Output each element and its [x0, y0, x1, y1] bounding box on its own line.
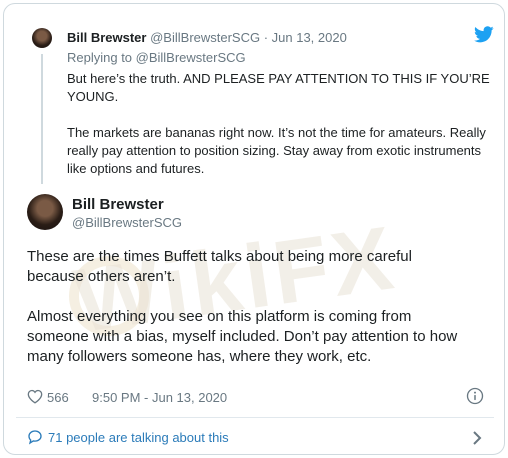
parent-tweet-header: Bill Brewster @BillBrewsterSCG · Jun 13,…	[67, 30, 347, 45]
timestamp[interactable]: 9:50 PM - Jun 13, 2020	[92, 390, 227, 405]
tweet-paragraph: These are the times Buffett talks about …	[27, 248, 412, 285]
author-handle-date[interactable]: @BillBrewsterSCG · Jun 13, 2020	[150, 30, 347, 45]
tweet-paragraph: Almost everything you see on this platfo…	[27, 308, 458, 365]
heart-icon[interactable]	[27, 389, 43, 404]
tweet-paragraph: The markets are bananas right now. It’s …	[67, 125, 486, 176]
avatar[interactable]	[32, 28, 52, 48]
replying-to[interactable]: Replying to @BillBrewsterSCG	[67, 50, 246, 65]
tweet-embed-card: Bill Brewster @BillBrewsterSCG · Jun 13,…	[3, 3, 505, 455]
thread-line	[41, 54, 43, 184]
parent-tweet-text: But here’s the truth. AND PLEASE PAY ATT…	[67, 70, 497, 196]
comment-icon	[28, 430, 42, 445]
chevron-right-icon[interactable]	[472, 431, 482, 445]
tweet-text: These are the times Buffett talks about …	[27, 247, 467, 387]
twitter-bird-icon[interactable]	[474, 26, 494, 43]
tweet-paragraph: But here’s the truth. AND PLEASE PAY ATT…	[67, 71, 490, 104]
author-name[interactable]: Bill Brewster	[72, 196, 164, 213]
conversation-link[interactable]: 71 people are talking about this	[4, 418, 504, 454]
tweet-actions: 566 9:50 PM - Jun 13, 2020	[27, 387, 487, 407]
author-handle[interactable]: @BillBrewsterSCG	[72, 215, 182, 230]
talking-about-text[interactable]: 71 people are talking about this	[48, 430, 229, 445]
like-count[interactable]: 566	[47, 390, 69, 405]
author-name[interactable]: Bill Brewster	[67, 30, 146, 45]
avatar[interactable]	[27, 194, 63, 230]
info-icon[interactable]	[466, 387, 484, 405]
